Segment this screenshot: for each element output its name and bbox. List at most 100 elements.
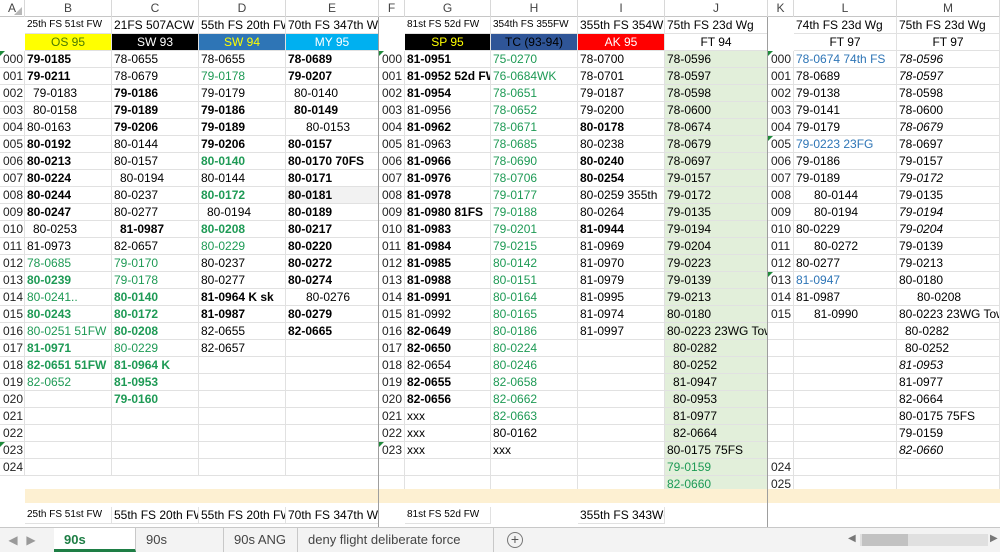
aircraft-serial-cell[interactable] — [794, 442, 897, 459]
row-label[interactable]: 017 — [379, 340, 405, 357]
aircraft-serial-cell[interactable]: 79-0186 — [199, 102, 286, 119]
aircraft-serial-cell[interactable]: 80-0162 — [491, 425, 578, 442]
aircraft-serial-cell[interactable]: 80-0208 — [199, 221, 286, 238]
aircraft-serial-cell[interactable]: 80-0229 — [199, 238, 286, 255]
aircraft-serial-cell[interactable]: 82-0662 — [491, 391, 578, 408]
column-header-g[interactable]: G — [405, 0, 491, 17]
aircraft-serial-cell[interactable]: 80-0140 — [199, 153, 286, 170]
aircraft-serial-cell[interactable]: 80-0175 75FS — [897, 408, 1000, 425]
aircraft-serial-cell[interactable]: 79-0139 — [897, 238, 1000, 255]
aircraft-serial-cell[interactable]: 80-0194 — [199, 204, 286, 221]
aircraft-serial-cell[interactable]: 80-0180 — [665, 306, 768, 323]
row-label[interactable]: 023 — [0, 442, 25, 459]
row-label[interactable]: 019 — [0, 374, 25, 391]
aircraft-serial-cell[interactable] — [578, 442, 665, 459]
aircraft-serial-cell[interactable]: 82-0657 — [199, 340, 286, 357]
column-header-e[interactable]: E — [286, 0, 379, 17]
aircraft-serial-cell[interactable]: 80-0277 — [199, 272, 286, 289]
base-year-badge-l[interactable]: FT 97 — [794, 34, 897, 51]
horizontal-scroll-thumb[interactable] — [862, 534, 908, 546]
row-label[interactable]: 014 — [0, 289, 25, 306]
row-label[interactable]: 022 — [379, 425, 405, 442]
aircraft-serial-cell[interactable]: 80-0252 — [665, 357, 768, 374]
aircraft-serial-cell[interactable]: 79-0215 — [491, 238, 578, 255]
aircraft-serial-cell[interactable]: 80-0208 — [112, 323, 199, 340]
aircraft-serial-cell[interactable] — [112, 408, 199, 425]
unit-header-m[interactable]: 75th FS 23d Wg — [897, 17, 1000, 34]
spreadsheet-grid[interactable]: ABCDEFGHIJKLM 25th FS 51st FW 21FS 507ACW… — [0, 0, 1000, 527]
aircraft-serial-cell[interactable]: 78-0600 — [897, 102, 1000, 119]
aircraft-serial-cell[interactable]: 81-0984 — [405, 238, 491, 255]
aircraft-serial-cell[interactable]: 81-0992 — [405, 306, 491, 323]
aircraft-serial-cell[interactable] — [25, 442, 112, 459]
aircraft-serial-cell[interactable]: 80-0172 — [199, 187, 286, 204]
aircraft-serial-cell[interactable]: 78-0697 — [665, 153, 768, 170]
row-label[interactable]: 012 — [0, 255, 25, 272]
aircraft-serial-cell[interactable] — [199, 459, 286, 476]
aircraft-serial-cell[interactable]: 81-0944 — [578, 221, 665, 238]
aircraft-serial-cell[interactable]: 80-0165 — [491, 306, 578, 323]
aircraft-serial-cell[interactable]: 78-0706 — [491, 170, 578, 187]
row-label[interactable]: 005 — [0, 136, 25, 153]
aircraft-serial-cell[interactable]: 80-0238 — [578, 136, 665, 153]
base-year-badge-b[interactable]: OS 95 — [25, 34, 112, 51]
unit-header-j[interactable]: 75th FS 23d Wg — [665, 17, 768, 34]
aircraft-serial-cell[interactable]: 81-0952 52d FW — [405, 68, 491, 85]
aircraft-serial-cell[interactable] — [794, 340, 897, 357]
row-label[interactable]: 007 — [379, 170, 405, 187]
aircraft-serial-cell[interactable]: 76-0684WK — [491, 68, 578, 85]
aircraft-serial-cell[interactable]: 81-0977 — [665, 408, 768, 425]
aircraft-serial-cell[interactable]: 80-0171 — [286, 170, 379, 187]
aircraft-serial-cell[interactable]: 79-0178 — [199, 68, 286, 85]
aircraft-serial-cell[interactable]: 79-0177 — [491, 187, 578, 204]
row-label[interactable]: 020 — [0, 391, 25, 408]
aircraft-serial-cell[interactable] — [491, 459, 578, 476]
add-sheet-icon[interactable]: + — [507, 532, 523, 548]
aircraft-serial-cell[interactable]: 79-0186 — [794, 153, 897, 170]
row-label[interactable]: 005 — [379, 136, 405, 153]
aircraft-serial-cell[interactable]: 80-0254 — [578, 170, 665, 187]
unit-header-d[interactable]: 55th FS 20th FW — [199, 17, 286, 34]
row-label[interactable]: 006 — [768, 153, 794, 170]
aircraft-serial-cell[interactable] — [25, 459, 112, 476]
aircraft-serial-cell[interactable]: 79-0189 — [199, 119, 286, 136]
aircraft-serial-cell[interactable]: 80-0208 — [897, 289, 1000, 306]
aircraft-serial-cell[interactable]: 78-0651 — [491, 85, 578, 102]
aircraft-serial-cell[interactable]: 80-0241.. — [25, 289, 112, 306]
aircraft-serial-cell[interactable]: 79-0189 — [794, 170, 897, 187]
row-label[interactable]: 011 — [379, 238, 405, 255]
row-label[interactable]: 024 — [768, 459, 794, 476]
aircraft-serial-cell[interactable] — [286, 391, 379, 408]
aircraft-serial-cell[interactable]: 75-0270 — [491, 51, 578, 68]
row-label[interactable]: 012 — [768, 255, 794, 272]
aircraft-serial-cell[interactable]: 80-0237 — [199, 255, 286, 272]
aircraft-serial-cell[interactable]: 81-0964 K — [112, 357, 199, 374]
aircraft-serial-cell[interactable]: 82-0658 — [491, 374, 578, 391]
aircraft-serial-cell[interactable]: 78-0596 — [665, 51, 768, 68]
aircraft-serial-cell[interactable] — [794, 408, 897, 425]
aircraft-serial-cell[interactable]: 81-0969 — [578, 238, 665, 255]
aircraft-serial-cell[interactable] — [794, 323, 897, 340]
aircraft-serial-cell[interactable]: 78-0685 — [491, 136, 578, 153]
aircraft-serial-cell[interactable]: 80-0157 — [112, 153, 199, 170]
aircraft-serial-cell[interactable] — [199, 391, 286, 408]
aircraft-serial-cell[interactable]: 80-0223 23WG Tow — [897, 306, 1000, 323]
aircraft-serial-cell[interactable] — [794, 425, 897, 442]
base-year-badge-h[interactable]: TC (93-94) — [491, 34, 578, 51]
aircraft-serial-cell[interactable]: 79-0170 — [112, 255, 199, 272]
row-label[interactable]: 022 — [0, 425, 25, 442]
aircraft-serial-cell[interactable] — [286, 374, 379, 391]
row-label[interactable]: 003 — [768, 102, 794, 119]
aircraft-serial-cell[interactable]: 79-0185 — [25, 51, 112, 68]
aircraft-serial-cell[interactable]: 79-0183 — [25, 85, 112, 102]
sheet-tab-3[interactable]: 90s ANG — [224, 528, 298, 552]
aircraft-serial-cell[interactable]: 80-0163 — [25, 119, 112, 136]
aircraft-serial-cell[interactable]: 80-0217 — [286, 221, 379, 238]
aircraft-serial-cell[interactable]: 79-0139 — [665, 272, 768, 289]
aircraft-serial-cell[interactable]: 79-0189 — [112, 102, 199, 119]
aircraft-serial-cell[interactable]: 82-0655 — [405, 374, 491, 391]
row-label[interactable] — [768, 374, 794, 391]
row-label[interactable]: 006 — [0, 153, 25, 170]
aircraft-serial-cell[interactable]: 80-0244 — [25, 187, 112, 204]
row-label[interactable]: 016 — [379, 323, 405, 340]
